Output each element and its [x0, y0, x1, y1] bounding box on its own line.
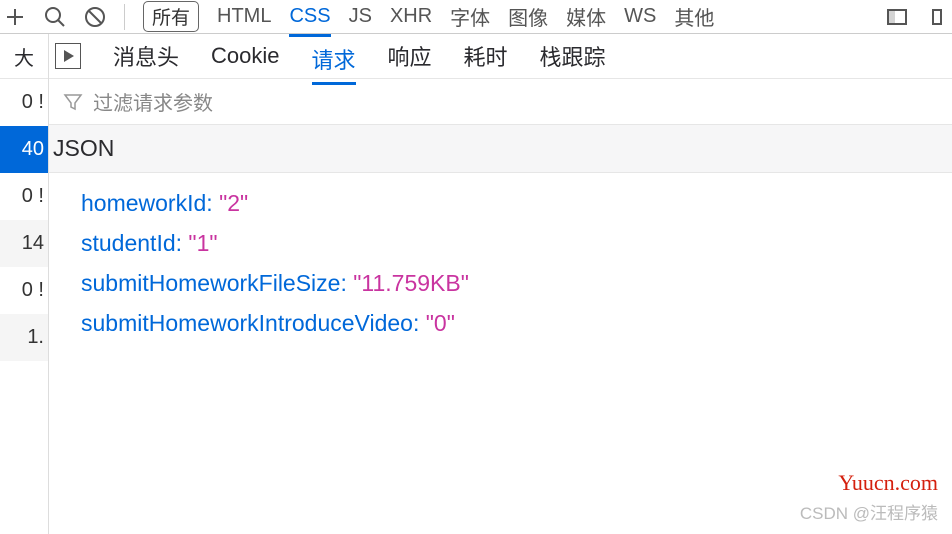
filter-xhr[interactable]: XHR [390, 5, 432, 28]
sidebar-header[interactable]: 大 [0, 34, 48, 79]
pane-icon[interactable] [926, 6, 948, 28]
sidebar-row[interactable]: 0 ! [0, 267, 48, 314]
filter-html[interactable]: HTML [217, 5, 271, 28]
tab-headers[interactable]: 消息头 [113, 34, 179, 78]
filter-font[interactable]: 字体 [450, 2, 490, 31]
tab-cookie[interactable]: Cookie [211, 37, 279, 75]
sidebar-row-selected[interactable]: 40 [0, 126, 48, 173]
detail-tabs: 消息头 Cookie 请求 响应 耗时 栈跟踪 [49, 34, 952, 79]
json-key: homeworkId [81, 190, 206, 216]
json-row: submitHomeworkFileSize: "11.759KB" [81, 263, 952, 303]
filter-js[interactable]: JS [349, 5, 372, 28]
sidebar-row[interactable]: 1. [0, 314, 48, 361]
separator [124, 4, 125, 30]
json-key: submitHomeworkFileSize [81, 270, 340, 296]
tab-stack[interactable]: 栈跟踪 [540, 34, 606, 78]
filter-row: 过滤请求参数 [49, 79, 952, 125]
json-value: "11.759KB" [353, 270, 469, 296]
filter-placeholder[interactable]: 过滤请求参数 [93, 87, 213, 116]
json-value: "0" [426, 310, 455, 336]
json-row: studentId: "1" [81, 223, 952, 263]
search-icon[interactable] [44, 6, 66, 28]
filter-media[interactable]: 媒体 [566, 2, 606, 31]
detail-panel: 消息头 Cookie 请求 响应 耗时 栈跟踪 过滤请求参数 JSON home… [49, 34, 952, 534]
sidebar-row[interactable]: 0 ! [0, 173, 48, 220]
json-row: submitHomeworkIntroduceVideo: "0" [81, 303, 952, 343]
filter-ws[interactable]: WS [624, 5, 656, 28]
request-list-sidebar: 大 0 ! 40 0 ! 14 0 ! 1. [0, 34, 49, 534]
filter-other[interactable]: 其他 [674, 2, 714, 31]
tab-request[interactable]: 请求 [312, 37, 356, 85]
json-value: "2" [219, 190, 248, 216]
top-toolbar: 所有 HTML CSS JS XHR 字体 图像 媒体 WS 其他 [0, 0, 952, 34]
main-area: 大 0 ! 40 0 ! 14 0 ! 1. 消息头 Cookie 请求 响应 … [0, 34, 952, 534]
json-key: studentId [81, 230, 176, 256]
plus-icon[interactable] [4, 6, 26, 28]
block-icon[interactable] [84, 6, 106, 28]
json-value: "1" [188, 230, 217, 256]
json-row: homeworkId: "2" [81, 183, 952, 223]
filter-all[interactable]: 所有 [143, 1, 199, 32]
json-section-header[interactable]: JSON [49, 125, 952, 173]
watermark-csdn: CSDN @汪程序猿 [800, 499, 938, 524]
json-key: submitHomeworkIntroduceVideo [81, 310, 413, 336]
watermark-yuucn: Yuucn.com [838, 470, 938, 496]
filter-image[interactable]: 图像 [508, 2, 548, 31]
play-icon[interactable] [55, 43, 81, 69]
filter-css[interactable]: CSS [289, 5, 330, 37]
sidebar-row[interactable]: 14 [0, 220, 48, 267]
tab-timing[interactable]: 耗时 [464, 34, 508, 78]
funnel-icon[interactable] [63, 92, 83, 112]
sidebar-row[interactable]: 0 ! [0, 79, 48, 126]
tab-response[interactable]: 响应 [388, 34, 432, 78]
dock-icon[interactable] [886, 6, 908, 28]
json-body: homeworkId: "2" studentId: "1" submitHom… [49, 173, 952, 343]
